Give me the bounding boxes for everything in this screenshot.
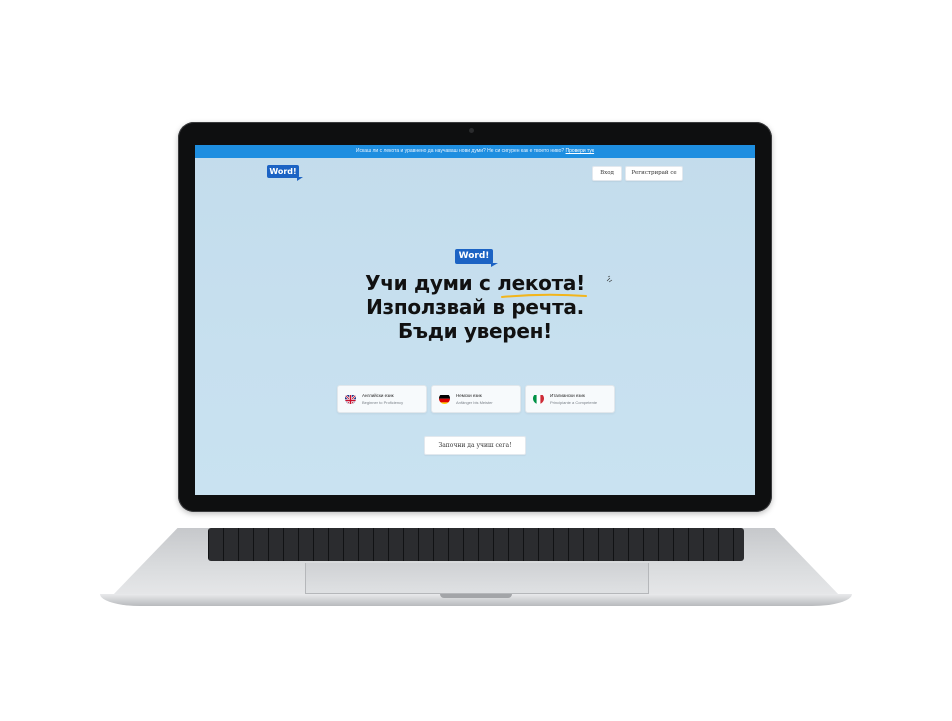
language-title: Немски език [456,393,482,398]
header-logo[interactable]: Word! [267,165,303,181]
banner-text: Искаш ли с лекота и уравнено да научаваш… [355,148,565,154]
language-card-english[interactable]: Английски език Beginner to Proficiency [337,385,427,413]
sparkle-icon [606,275,613,283]
laptop-notch [440,594,512,598]
register-button[interactable]: Регистрирай се [625,166,683,181]
laptop-screen: Искаш ли с лекота и уравнено да научаваш… [195,145,755,495]
language-title: Италиански език [550,393,585,398]
hero-line-3: Бъди уверен! [398,319,552,343]
webcam [469,128,474,133]
trackpad [305,563,649,594]
language-subtitle: Anfänger bis Meister [456,400,493,405]
start-learning-button[interactable]: Започни да учиш сега! [424,436,526,455]
germany-flag-icon [439,393,450,404]
announcement-banner: Искаш ли с лекота и уравнено да научаваш… [195,145,755,158]
language-subtitle: Beginner to Proficiency [362,400,404,405]
keyboard [208,528,744,561]
italy-flag-icon [533,393,544,404]
language-subtitle: Principiante a Competente [550,400,598,405]
hero-headline: Учи думи с лекота! Използвай в речта. Бъ… [295,271,655,343]
language-title: Английски език [362,393,394,398]
hero-line-1: Учи думи с лекота! [365,271,585,295]
hero-logo: Word! [455,249,498,267]
uk-flag-icon [345,393,356,404]
hero-line-2: Използвай в речта. [366,295,584,319]
highlight-underline [501,293,587,298]
language-card-italian[interactable]: Италиански език Principiante a Competent… [525,385,615,413]
banner-link[interactable]: Провери тук [566,148,595,154]
language-card-german[interactable]: Немски език Anfänger bis Meister [431,385,521,413]
login-button[interactable]: Вход [592,166,622,181]
